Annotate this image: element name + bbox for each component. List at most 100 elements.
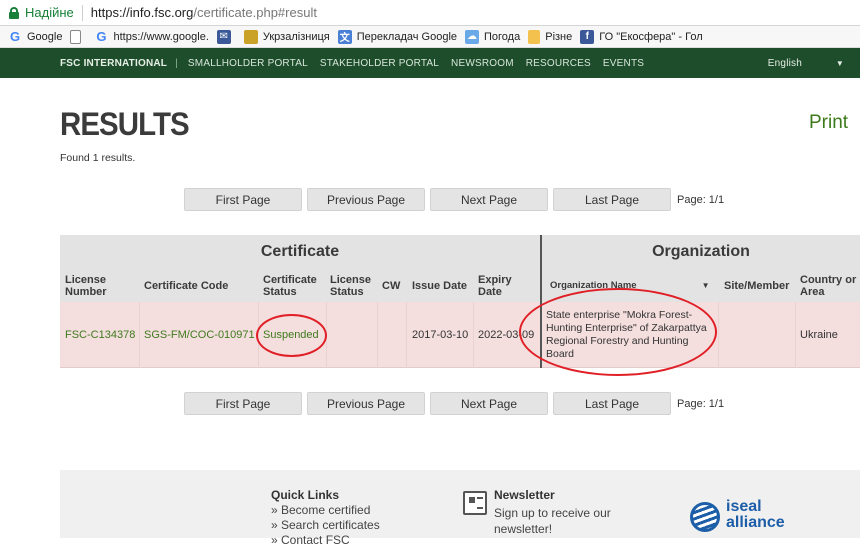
bookmark-ukrzaliznytsia[interactable]: Укрзалізниця xyxy=(243,29,330,44)
first-page-button[interactable]: First Page xyxy=(184,188,302,211)
lock-icon xyxy=(9,7,19,19)
table-row[interactable]: FSC-C134378 SGS-FM/COC-010971 Suspended … xyxy=(60,302,860,368)
previous-page-button[interactable]: Previous Page xyxy=(307,188,425,211)
next-page-button[interactable]: Next Page xyxy=(430,392,548,415)
quick-link-become-certified[interactable]: » Become certified xyxy=(271,503,370,517)
url-host: https://info.fsc.org xyxy=(90,5,194,20)
issue-date-value: 2017-03-10 xyxy=(412,329,469,341)
bookmark-mail[interactable]: ✉ xyxy=(216,29,236,44)
organization-group-header: Organization xyxy=(652,243,750,260)
col-license-number[interactable]: License Number xyxy=(65,269,135,302)
chevron-down-icon[interactable]: ▼ xyxy=(836,59,844,68)
page-info: Page: 1/1 xyxy=(677,193,725,206)
col-organization-name-label: Organization Name xyxy=(550,279,637,291)
document-icon xyxy=(70,29,82,44)
sort-down-icon[interactable]: ▼ xyxy=(702,280,710,292)
nav-newsroom[interactable]: NEWSROOM xyxy=(451,58,514,69)
iseal-line2: alliance xyxy=(726,514,785,531)
col-certificate-code[interactable]: Certificate Code xyxy=(144,269,254,302)
last-page-button[interactable]: Last Page xyxy=(553,188,671,211)
mail-icon: ✉ xyxy=(216,29,231,44)
iseal-line1: iseal xyxy=(726,498,762,515)
expiry-date-value: 2022-03-09 xyxy=(478,329,535,341)
first-page-button[interactable]: First Page xyxy=(184,392,302,415)
next-page-button[interactable]: Next Page xyxy=(430,188,548,211)
cell-divider xyxy=(326,302,327,368)
weather-icon: ☁ xyxy=(465,29,480,44)
bookmark-google[interactable]: G Google xyxy=(8,29,63,44)
certificate-group-header: Certificate xyxy=(260,243,340,260)
col-site-member[interactable]: Site/Member xyxy=(724,269,794,302)
bookmark-label: https://www.google. xyxy=(113,30,209,43)
print-link[interactable]: Print xyxy=(809,112,848,134)
table-group-header: Certificate Organization xyxy=(60,235,860,269)
ukrzaliznytsia-icon xyxy=(243,29,258,44)
pagination-bottom: First Page Previous Page Next Page Last … xyxy=(184,392,724,415)
facebook-icon: f xyxy=(580,29,595,44)
bookmarks-bar: G Google Ghttps://www.google. ✉ Укрзалізн… xyxy=(0,26,860,48)
cell-divider xyxy=(139,302,140,368)
cell-divider xyxy=(406,302,407,368)
license-number-link[interactable]: FSC-C134378 xyxy=(65,302,135,368)
table-column-header: License Number Certificate Code Certific… xyxy=(60,269,860,302)
language-select[interactable]: English xyxy=(768,58,802,69)
country-value: Ukraine xyxy=(800,329,838,341)
security-label: Надійне xyxy=(25,5,74,20)
bookmark-label: ГО "Екосфера" - Гол xyxy=(599,30,703,43)
col-country[interactable]: Country or Area xyxy=(800,269,858,302)
bookmark-label: Перекладач Google xyxy=(356,30,458,43)
bookmark-label: Погода xyxy=(484,30,521,43)
bookmark-translate[interactable]: 文 Перекладач Google xyxy=(337,29,458,44)
bookmark-label: Різне xyxy=(545,30,573,43)
top-nav: FSC INTERNATIONAL | SMALLHOLDER PORTAL S… xyxy=(0,48,860,78)
nav-events[interactable]: EVENTS xyxy=(603,58,644,69)
col-certificate-status[interactable]: Certificate Status xyxy=(263,269,325,302)
last-page-button[interactable]: Last Page xyxy=(553,392,671,415)
results-table: Certificate Organization License Number … xyxy=(60,235,860,368)
brand-link[interactable]: FSC INTERNATIONAL xyxy=(60,58,167,69)
pagination-top: First Page Previous Page Next Page Last … xyxy=(184,188,724,211)
brand-separator: | xyxy=(175,57,178,69)
bookmark-weather[interactable]: ☁ Погода xyxy=(465,29,521,44)
cell-divider xyxy=(718,302,719,368)
address-bar[interactable]: Надійне https://info.fsc.org/certificate… xyxy=(0,0,860,26)
col-expiry-date[interactable]: Expiry Date xyxy=(478,269,534,302)
iseal-logo-icon xyxy=(690,502,720,532)
nav-stakeholder-portal[interactable]: STAKEHOLDER PORTAL xyxy=(320,58,439,69)
google-icon: G xyxy=(9,29,21,44)
bookmark-label: Google xyxy=(27,30,63,43)
organization-name-value: State enterprise "Mokra Forest-Hunting E… xyxy=(546,302,714,368)
iseal-logo-text[interactable]: iseal alliance xyxy=(726,499,785,531)
quick-link-contact[interactable]: » Contact FSC xyxy=(271,533,350,547)
bookmark-document[interactable] xyxy=(70,29,86,44)
page-info: Page: 1/1 xyxy=(677,397,725,410)
col-organization-name[interactable]: Organization Name ▼ xyxy=(550,269,720,302)
quick-links-title: Quick Links xyxy=(271,488,340,502)
col-license-status[interactable]: License Status xyxy=(330,269,378,302)
url-text[interactable]: https://info.fsc.org/certificate.php#res… xyxy=(91,5,317,20)
col-issue-date[interactable]: Issue Date xyxy=(412,269,472,302)
bookmark-google-search[interactable]: Ghttps://www.google. xyxy=(94,29,209,44)
bookmark-folder[interactable]: Різне xyxy=(528,29,573,44)
newsletter-text[interactable]: Sign up to receive our newsletter! xyxy=(494,505,634,537)
translate-icon: 文 xyxy=(337,29,352,44)
organization-name-text: State enterprise "Mokra Forest-Hunting E… xyxy=(546,309,707,360)
google-icon: G xyxy=(96,29,107,44)
bookmark-ecosphere[interactable]: f ГО "Екосфера" - Гол xyxy=(580,29,703,44)
nav-resources[interactable]: RESOURCES xyxy=(526,58,591,69)
cell-divider xyxy=(795,302,796,368)
newsletter-title: Newsletter xyxy=(494,488,555,502)
cell-divider xyxy=(258,302,259,368)
nav-smallholder-portal[interactable]: SMALLHOLDER PORTAL xyxy=(188,58,308,69)
previous-page-button[interactable]: Previous Page xyxy=(307,392,425,415)
quick-link-search-certificates[interactable]: » Search certificates xyxy=(271,518,380,532)
url-path: /certificate.php#result xyxy=(193,5,317,20)
col-cw[interactable]: CW xyxy=(382,269,406,302)
certificate-code-link[interactable]: SGS-FM/COC-010971 xyxy=(144,302,255,368)
results-count: Found 1 results. xyxy=(60,152,136,164)
organization-divider xyxy=(540,235,542,368)
cell-divider xyxy=(377,302,378,368)
folder-icon xyxy=(528,29,541,44)
newsletter-icon xyxy=(463,491,487,515)
page-title: RESULTS xyxy=(60,106,190,142)
